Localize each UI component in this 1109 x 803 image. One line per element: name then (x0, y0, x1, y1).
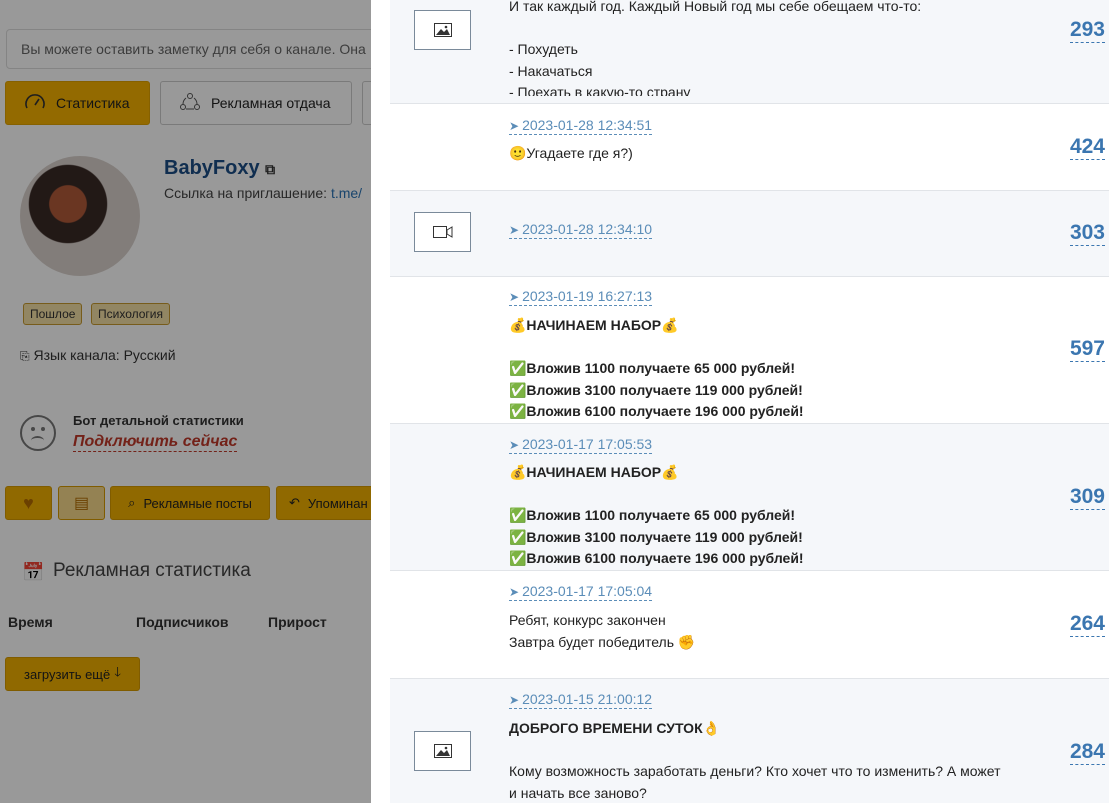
post-date-link[interactable]: ➤ 2023-01-28 12:34:10 (509, 221, 653, 239)
video-icon[interactable] (414, 212, 471, 252)
post-item: И так каждый год. Каждый Новый год мы се… (390, 0, 1109, 104)
posts-panel: И так каждый год. Каждый Новый год мы се… (371, 0, 1109, 803)
post-item: ➤ 2023-01-28 12:34:51 🙂Угадаете где я?) 4… (390, 104, 1109, 191)
post-text: 💰НАЧИНАЕМ НАБОР💰 ✅Вложив 1100 получаете … (509, 464, 804, 566)
telegram-icon: ➤ (509, 290, 520, 304)
post-date-link[interactable]: ➤ 2023-01-17 17:05:53 (509, 436, 653, 454)
post-date-link[interactable]: ➤ 2023-01-17 17:05:04 (509, 583, 653, 601)
post-text: Ребят, конкурс закончен Завтра будет поб… (509, 612, 696, 650)
post-views[interactable]: 293 (1069, 18, 1105, 43)
post-item: ➤ 2023-01-19 16:27:13 💰НАЧИНАЕМ НАБОР💰 ✅В… (390, 277, 1109, 424)
post-date: 2023-01-17 17:05:04 (522, 583, 653, 599)
post-date: 2023-01-15 21:00:12 (522, 691, 653, 707)
post-date: 2023-01-28 12:34:51 (522, 117, 653, 133)
telegram-icon: ➤ (509, 438, 520, 452)
post-date: 2023-01-28 12:34:10 (522, 221, 653, 237)
post-item: ➤ 2023-01-15 21:00:12 ДОБРОГО ВРЕМЕНИ СУТ… (390, 679, 1109, 803)
telegram-icon: ➤ (509, 693, 520, 707)
post-heading: ДОБРОГО ВРЕМЕНИ СУТОК👌 (509, 720, 721, 736)
post-item: ➤ 2023-01-17 17:05:04 Ребят, конкурс зако… (390, 571, 1109, 679)
modal-backdrop[interactable] (0, 0, 371, 803)
post-date-link[interactable]: ➤ 2023-01-28 12:34:51 (509, 117, 653, 135)
post-text: И так каждый год. Каждый Новый год мы се… (509, 0, 922, 96)
image-icon[interactable] (414, 10, 471, 50)
post-views[interactable]: 303 (1069, 221, 1105, 246)
post-item: ➤ 2023-01-17 17:05:53 💰НАЧИНАЕМ НАБОР💰 ✅В… (390, 424, 1109, 571)
telegram-icon: ➤ (509, 119, 520, 133)
telegram-icon: ➤ (509, 585, 520, 599)
post-item: ➤ 2023-01-28 12:34:10 303 (390, 191, 1109, 277)
post-date-link[interactable]: ➤ 2023-01-19 16:27:13 (509, 288, 653, 306)
post-text: Кому возможность заработать деньги? Кто … (509, 763, 1001, 801)
post-views[interactable]: 284 (1069, 740, 1105, 765)
post-date: 2023-01-17 17:05:53 (522, 436, 653, 452)
post-views[interactable]: 309 (1069, 485, 1105, 510)
post-text: 🙂Угадаете где я?) (509, 145, 633, 161)
post-date-link[interactable]: ➤ 2023-01-15 21:00:12 (509, 691, 653, 709)
telegram-icon: ➤ (509, 223, 520, 237)
post-date: 2023-01-19 16:27:13 (522, 288, 653, 304)
post-views[interactable]: 424 (1069, 135, 1105, 160)
post-views[interactable]: 597 (1069, 337, 1105, 362)
post-views[interactable]: 264 (1069, 612, 1105, 637)
post-text: 💰НАЧИНАЕМ НАБОР💰 ✅Вложив 1100 получаете … (509, 317, 804, 419)
image-icon[interactable] (414, 731, 471, 771)
